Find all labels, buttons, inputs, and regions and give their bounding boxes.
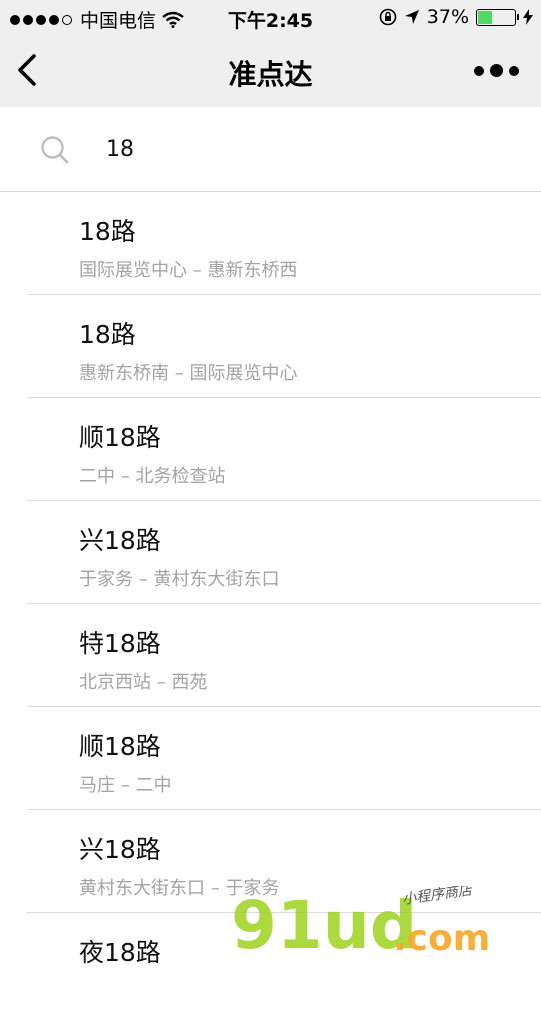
route-name: 特18路: [79, 629, 161, 658]
orientation-lock-icon: [379, 8, 397, 26]
list-item[interactable]: 顺18路 二中 – 北务检查站: [27, 398, 541, 501]
route-endpoints: 于家务 – 黄村东大街东口: [79, 569, 280, 590]
route-endpoints: 国际展览中心 – 惠新东桥西: [79, 260, 298, 281]
route-name: 兴18路: [79, 835, 161, 864]
route-name: 兴18路: [79, 526, 161, 555]
list-item[interactable]: 18路 国际展览中心 – 惠新东桥西: [27, 192, 541, 295]
location-arrow-icon: [404, 10, 419, 24]
battery-icon: [476, 8, 519, 26]
watermark-domain: .com: [393, 918, 490, 956]
route-endpoints: 北京西站 – 西苑: [79, 672, 208, 693]
list-item[interactable]: 兴18路 于家务 – 黄村东大街东口: [27, 501, 541, 604]
route-name: 18路: [79, 320, 136, 349]
route-name: 顺18路: [79, 423, 161, 452]
page-title: 准点达: [228, 58, 313, 91]
search-input[interactable]: [106, 129, 506, 169]
battery-level: [478, 10, 493, 24]
status-right: 37%: [379, 6, 533, 28]
route-endpoints: 惠新东桥南 – 国际展览中心: [79, 363, 298, 384]
more-options-icon[interactable]: [474, 64, 519, 77]
charging-bolt-icon: [523, 9, 533, 25]
route-name: 顺18路: [79, 732, 161, 761]
status-bar: 中国电信 下午2:45 37%: [0, 0, 541, 36]
list-item[interactable]: 顺18路 马庄 – 二中: [27, 707, 541, 810]
route-name: 夜18路: [79, 938, 161, 967]
watermark-brand: 91ud: [231, 887, 417, 956]
battery-percent: 37%: [426, 6, 469, 28]
list-item[interactable]: 特18路 北京西站 – 西苑: [27, 604, 541, 707]
search-bar: [0, 107, 541, 192]
nav-bar: 准点达: [0, 36, 541, 107]
route-endpoints: 二中 – 北务检查站: [79, 466, 226, 487]
route-endpoints: 马庄 – 二中: [79, 775, 172, 796]
list-item[interactable]: 18路 惠新东桥南 – 国际展览中心: [27, 295, 541, 398]
route-name: 18路: [79, 217, 136, 246]
search-icon: [41, 136, 69, 164]
watermark-logo: 91ud .com 小程序商店: [231, 886, 490, 956]
